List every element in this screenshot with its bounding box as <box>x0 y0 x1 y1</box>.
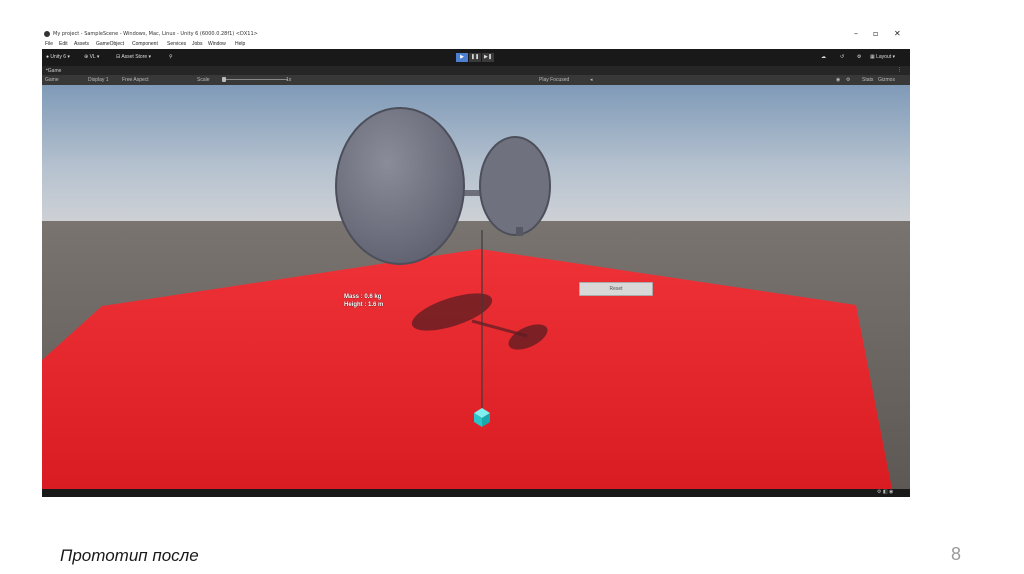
minimize-button[interactable]: – <box>854 29 858 39</box>
height-readout: Height : 1.6 m <box>344 302 384 308</box>
reset-button[interactable]: Reset <box>579 282 653 296</box>
step-button[interactable]: ▶❚ <box>482 53 494 62</box>
scale-label: Scale <box>197 77 210 83</box>
page-number: 8 <box>951 544 962 564</box>
menu-edit[interactable]: Edit <box>59 41 68 47</box>
status-bar: ⚙ ◧ ◉ <box>42 489 910 497</box>
vcs-dropdown[interactable]: ⊕ VL ▾ <box>84 54 99 60</box>
unity-editor-window: My project - SampleScene - Windows, Mac,… <box>42 28 912 497</box>
hud-stats: Mass : 0.6 kg Height : 1.6 m <box>344 293 383 309</box>
vcs-label: VL <box>89 54 96 60</box>
settings-gear-icon[interactable]: ⚙ <box>857 54 861 60</box>
close-button[interactable]: ✕ <box>894 29 901 39</box>
scene-render <box>42 85 910 489</box>
game-tab[interactable]: ▪ Game <box>46 67 61 74</box>
game-view-bar: Game Display 1 Free Aspect Scale 1x Play… <box>42 75 910 85</box>
account-label: Unity 6 <box>50 54 66 60</box>
layout-dropdown[interactable]: ▦ Layout ▾ <box>870 54 895 60</box>
slide-caption: Прототип после <box>60 546 199 565</box>
game-tab-bar: ▪ Game ⋮ <box>42 66 910 75</box>
search-icon[interactable]: ⚲ <box>169 54 173 60</box>
display-dropdown[interactable]: Display 1 <box>88 77 109 83</box>
game-viewport[interactable]: Mass : 0.6 kg Height : 1.6 m Reset <box>42 85 910 489</box>
play-button[interactable]: ▶ <box>456 53 468 62</box>
cloud-icon[interactable]: ☁ <box>821 54 826 60</box>
playback-controls: ▶ ❚❚ ▶❚ <box>456 53 494 62</box>
game-tab-label: Game <box>47 68 62 74</box>
tab-menu-icon[interactable]: ⋮ <box>897 67 902 73</box>
scale-slider-track <box>224 79 288 80</box>
asset-store-label: Asset Store <box>121 54 148 60</box>
aspect-dropdown[interactable]: Free Aspect <box>122 77 149 83</box>
window-title: My project - SampleScene - Windows, Mac,… <box>53 31 258 37</box>
menu-window[interactable]: Window <box>208 41 226 47</box>
menu-gameobject[interactable]: GameObject <box>96 41 124 47</box>
menu-bar: File Edit Assets GameObject Component Se… <box>42 40 912 49</box>
maximize-button[interactable]: ▫ <box>873 29 878 39</box>
play-focused-dropdown[interactable]: Play Focused <box>539 77 569 83</box>
scale-value: 1x <box>286 77 292 83</box>
menu-component[interactable]: Component <box>132 41 158 47</box>
unity-logo-icon <box>44 31 50 37</box>
visibility-icon[interactable]: ◉ <box>836 77 840 83</box>
menu-assets[interactable]: Assets <box>74 41 89 47</box>
scale-slider-handle[interactable] <box>222 77 226 82</box>
large-flywheel-disk <box>335 107 465 265</box>
menu-help[interactable]: Help <box>235 41 245 47</box>
menu-services[interactable]: Services <box>167 41 186 47</box>
mass-readout: Mass : 0.6 kg <box>344 294 382 300</box>
account-dropdown[interactable]: ● Unity 6 ▾ <box>46 54 70 60</box>
sky <box>42 85 910 225</box>
pause-button[interactable]: ❚❚ <box>469 53 481 62</box>
stats-toggle[interactable]: Stats <box>862 77 873 83</box>
settings-icon[interactable]: ⚙ <box>846 77 850 83</box>
small-flywheel-disk <box>479 136 551 236</box>
menu-jobs[interactable]: Jobs <box>192 41 203 47</box>
audio-mute-icon[interactable]: ◂ <box>590 77 593 83</box>
layout-label: Layout <box>876 54 892 60</box>
status-icons[interactable]: ⚙ ◧ ◉ <box>877 489 893 495</box>
mode-dropdown[interactable]: Game <box>45 77 59 83</box>
gizmos-dropdown[interactable]: Gizmos <box>878 77 895 83</box>
main-toolbar: ● Unity 6 ▾ ⊕ VL ▾ ⊟ Asset Store ▾ ⚲ ▶ ❚… <box>42 49 910 66</box>
asset-store-dropdown[interactable]: ⊟ Asset Store ▾ <box>116 54 151 60</box>
history-icon[interactable]: ↺ <box>840 54 844 60</box>
menu-file[interactable]: File <box>45 41 53 47</box>
